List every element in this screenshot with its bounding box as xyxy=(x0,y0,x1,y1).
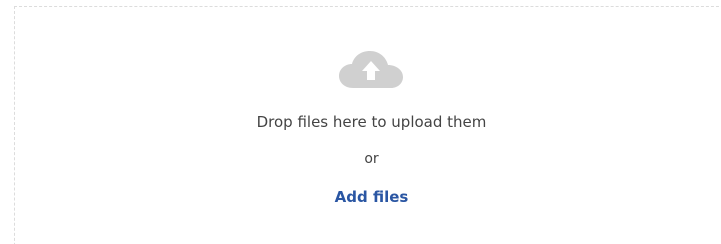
add-files-link[interactable]: Add files xyxy=(335,188,409,206)
drop-instruction: Drop files here to upload them xyxy=(256,113,487,131)
cloud-upload-icon xyxy=(337,50,405,90)
add-files-container: Add files xyxy=(0,188,721,206)
upload-page: Drop files here to upload them or Add fi… xyxy=(0,0,721,244)
or-separator: or xyxy=(364,151,379,167)
